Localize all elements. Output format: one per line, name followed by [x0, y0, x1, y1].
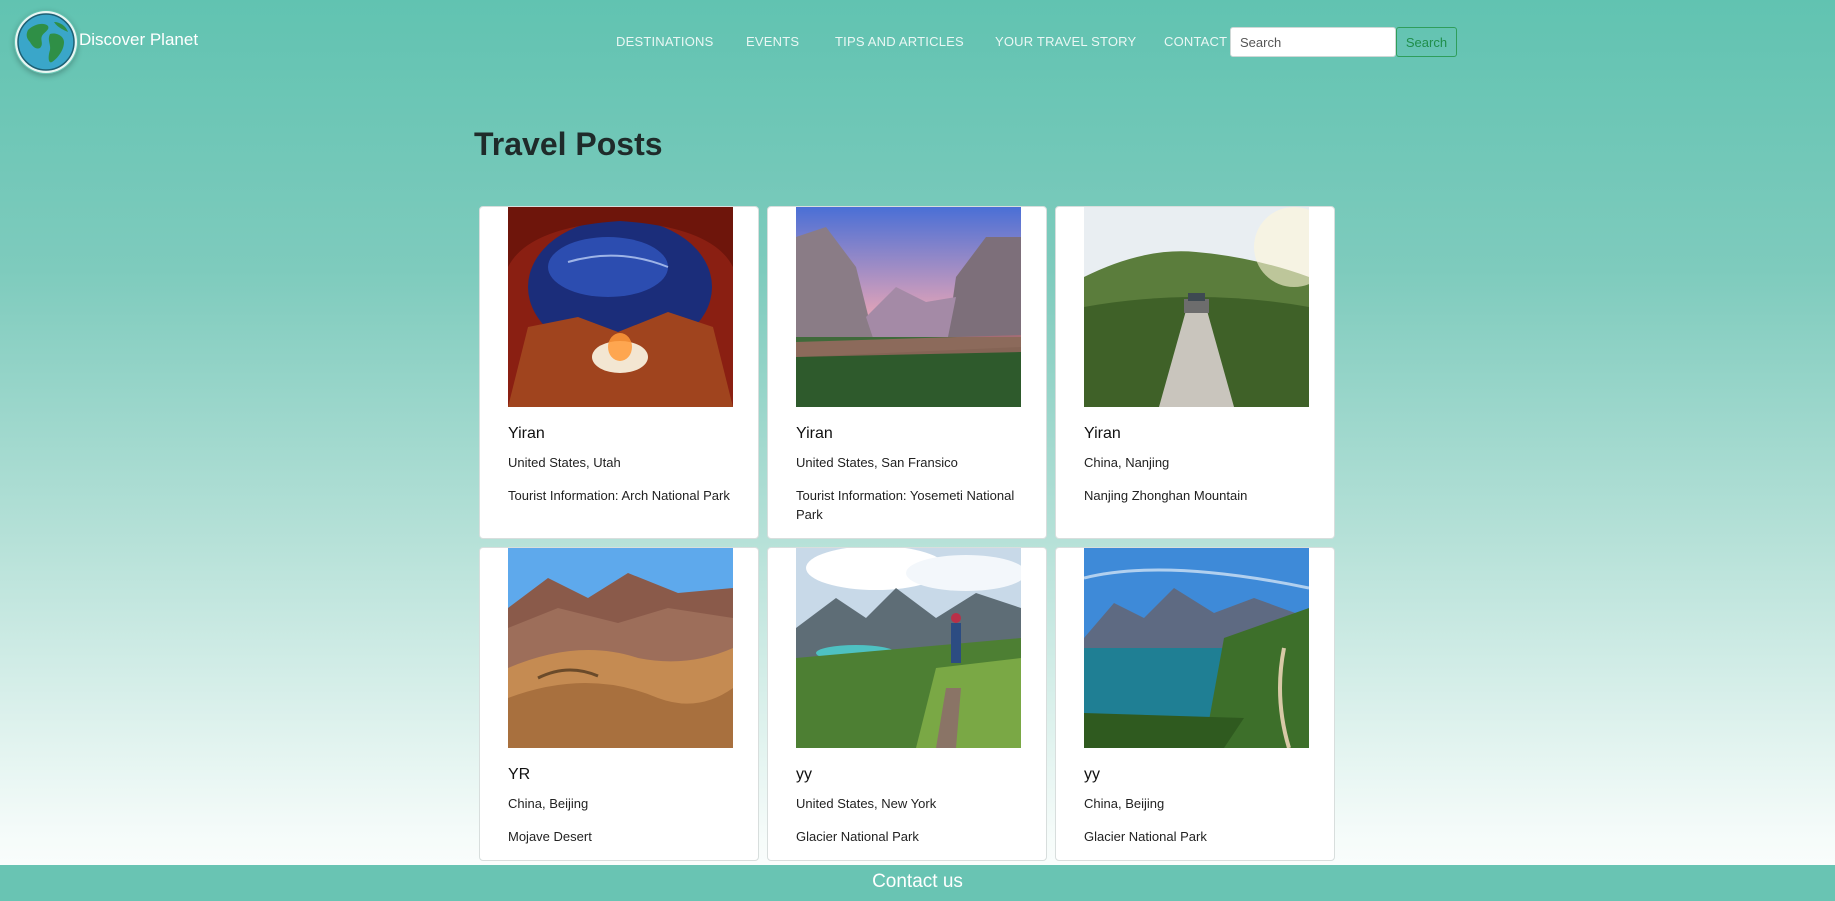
page-title: Travel Posts: [474, 126, 663, 162]
post-author: yy: [796, 766, 812, 783]
nav-your-travel-story[interactable]: YOUR TRAVEL STORY: [995, 34, 1136, 49]
search-button[interactable]: Search: [1396, 27, 1457, 57]
post-card[interactable]: Yiran China, Nanjing Nanjing Zhonghan Mo…: [1055, 206, 1335, 539]
post-info: Tourist Information: Yosemeti National P…: [796, 488, 1015, 522]
post-card[interactable]: yy China, Beijing Glacier National Park: [1055, 547, 1335, 861]
post-card[interactable]: YR China, Beijing Mojave Desert: [479, 547, 759, 861]
post-author: Yiran: [508, 425, 545, 442]
post-card[interactable]: Yiran United States, San Fransico Touris…: [767, 206, 1047, 539]
site-footer: Contact us: [0, 865, 1835, 901]
nav-tips-and-articles[interactable]: TIPS AND ARTICLES: [835, 34, 964, 49]
post-photo[interactable]: [1084, 207, 1309, 407]
globe-icon[interactable]: [14, 10, 78, 74]
post-author: yy: [1084, 766, 1100, 783]
post-location: China, Nanjing: [1084, 455, 1170, 470]
brand-name[interactable]: Discover Planet: [79, 30, 198, 50]
post-info: Nanjing Zhonghan Mountain: [1084, 488, 1248, 503]
post-location: United States, New York: [796, 796, 937, 811]
post-info: Tourist Information: Arch National Park: [508, 488, 730, 503]
post-photo[interactable]: [508, 548, 733, 748]
nav-destinations[interactable]: DESTINATIONS: [616, 34, 714, 49]
post-photo[interactable]: [796, 548, 1021, 748]
post-author: YR: [508, 766, 531, 783]
contact-us-link[interactable]: Contact us: [872, 871, 963, 893]
post-card[interactable]: Yiran United States, Utah Tourist Inform…: [479, 206, 759, 539]
post-location: United States, San Fransico: [796, 455, 958, 470]
post-location: China, Beijing: [508, 796, 589, 811]
post-author: Yiran: [1084, 425, 1121, 442]
post-photo[interactable]: [1084, 548, 1309, 748]
post-location: China, Beijing: [1084, 796, 1165, 811]
post-card[interactable]: yy United States, New York Glacier Natio…: [767, 547, 1047, 861]
post-location: United States, Utah: [508, 455, 621, 470]
site-header: Discover Planet DESTINATIONS EVENTS TIPS…: [0, 0, 1835, 86]
nav-contact[interactable]: CONTACT: [1164, 34, 1227, 49]
post-author: Yiran: [796, 425, 833, 442]
post-photo[interactable]: [508, 207, 733, 407]
nav-events[interactable]: EVENTS: [746, 34, 799, 49]
post-info: Mojave Desert: [508, 829, 592, 844]
post-info: Glacier National Park: [796, 829, 919, 844]
search-input[interactable]: [1230, 27, 1396, 57]
post-photo[interactable]: [796, 207, 1021, 407]
post-info: Glacier National Park: [1084, 829, 1207, 844]
